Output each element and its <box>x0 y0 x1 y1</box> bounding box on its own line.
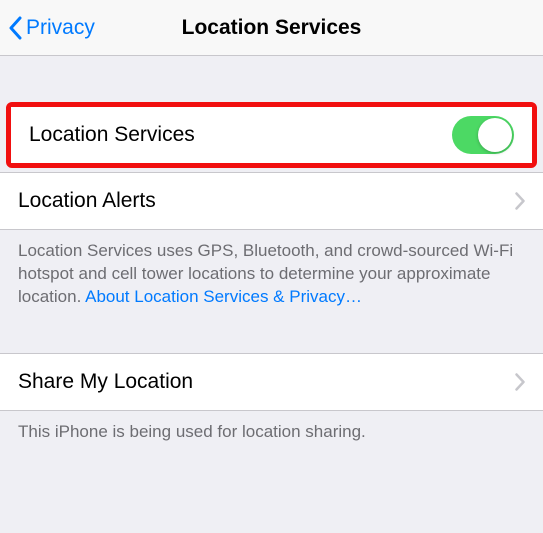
section-footer-2: This iPhone is being used for location s… <box>0 411 543 460</box>
toggle-knob <box>478 118 512 152</box>
chevron-left-icon <box>8 16 22 40</box>
location-services-toggle[interactable] <box>452 116 514 154</box>
row-label: Share My Location <box>18 370 193 394</box>
section-footer-1: Location Services uses GPS, Bluetooth, a… <box>0 230 543 325</box>
row-location-services[interactable]: Location Services <box>11 107 532 163</box>
back-label: Privacy <box>26 16 95 40</box>
nav-bar: Privacy Location Services <box>0 0 543 56</box>
row-location-alerts[interactable]: Location Alerts <box>0 172 543 230</box>
highlight-annotation: Location Services <box>6 102 537 168</box>
about-privacy-link[interactable]: About Location Services & Privacy… <box>85 287 362 306</box>
chevron-right-icon <box>515 192 525 210</box>
back-button[interactable]: Privacy <box>8 16 95 40</box>
row-label: Location Alerts <box>18 189 156 213</box>
page-title: Location Services <box>182 16 362 40</box>
footer-text: This iPhone is being used for location s… <box>18 422 366 441</box>
row-label: Location Services <box>29 123 195 147</box>
section-spacer <box>0 56 543 102</box>
row-share-my-location[interactable]: Share My Location <box>0 353 543 411</box>
chevron-right-icon <box>515 373 525 391</box>
section-spacer <box>0 325 543 353</box>
